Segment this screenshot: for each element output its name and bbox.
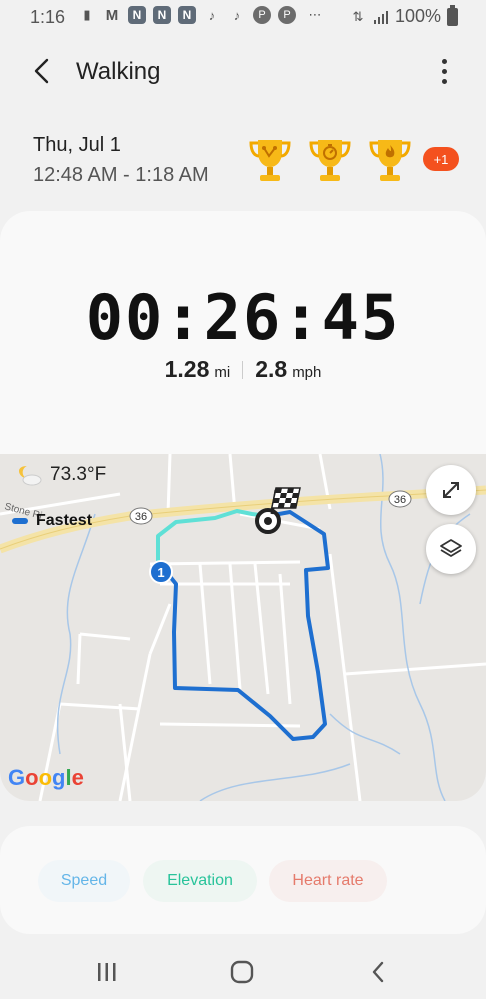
- speed-unit: mph: [292, 364, 322, 381]
- trophy-stopwatch-icon[interactable]: [304, 134, 356, 186]
- expand-map-button[interactable]: [426, 465, 476, 515]
- page-title: Walking: [76, 58, 161, 85]
- message-icon: ▮: [83, 7, 91, 22]
- distance-value: 1.28: [164, 356, 210, 382]
- road-shield-label: 36: [394, 494, 406, 506]
- app-header: Walking: [0, 44, 486, 98]
- battery-percent: 100%: [394, 6, 441, 26]
- battery-icon: [447, 4, 458, 26]
- legend-swatch: [12, 518, 28, 524]
- recents-button[interactable]: [87, 952, 127, 992]
- google-logo: Google: [8, 765, 84, 790]
- gmail-icon: M: [105, 6, 119, 24]
- start-marker[interactable]: 1: [149, 560, 173, 584]
- n-app-icon: N: [178, 6, 196, 24]
- map-canvas[interactable]: 36 36 Stone Ri 1: [0, 454, 486, 801]
- heart-rate-chip[interactable]: Heart rate: [269, 860, 387, 902]
- chart-selector-card: Speed Elevation Heart rate: [0, 826, 486, 934]
- weather-info: 73.3°F: [16, 464, 106, 486]
- tiktok-icon: ♪: [233, 7, 241, 23]
- status-bar: 1:16 ▮ M N N N ♪ ♪ P P ⋯ ⇅ 100%: [0, 0, 486, 34]
- home-button[interactable]: [222, 952, 262, 992]
- road-shield: 36: [129, 507, 153, 525]
- session-date: Thu, Jul 1: [33, 134, 121, 156]
- legend-label: Fastest: [36, 512, 93, 529]
- speed-value: 2.8: [255, 356, 288, 382]
- summary-card: 00:26:45 1.28 mi 2.8 mph 36 36 Stone Ri …: [0, 211, 486, 801]
- awards-row[interactable]: [244, 134, 416, 186]
- pinterest-icon: P: [253, 6, 271, 24]
- expand-icon: [443, 482, 459, 498]
- tiktok-icon: ♪: [208, 7, 216, 23]
- back-button[interactable]: [30, 56, 54, 86]
- route-path: [166, 510, 330, 741]
- more-dot: [441, 58, 447, 64]
- back-icon: [372, 961, 384, 983]
- system-nav-bar: [0, 944, 486, 999]
- moon-cloud-icon: [19, 466, 42, 486]
- trophy-route-icon[interactable]: [244, 134, 296, 186]
- data-transfer-icon: ⇅: [352, 8, 364, 24]
- more-options-button[interactable]: [432, 56, 456, 86]
- elevation-chip[interactable]: Elevation: [143, 860, 257, 902]
- pinterest-icon: P: [278, 6, 296, 24]
- system-back-button[interactable]: [358, 952, 398, 992]
- distance-unit: mi: [214, 364, 231, 381]
- map-layers-button[interactable]: [426, 524, 476, 574]
- notification-icons: ▮ M N N N ♪ ♪ P P ⋯: [78, 6, 327, 24]
- trophy-flame-icon[interactable]: [364, 134, 416, 186]
- extra-awards-badge[interactable]: +1: [423, 147, 459, 171]
- more-dot: [441, 68, 447, 74]
- chevron-left-icon: [34, 58, 49, 84]
- stats-divider: [242, 360, 244, 379]
- more-notifications-icon: ⋯: [308, 7, 322, 22]
- more-dot: [441, 78, 447, 84]
- road-shield: 36: [388, 490, 412, 508]
- recents-icon: [98, 963, 116, 981]
- home-icon: [230, 960, 254, 984]
- speed-chip[interactable]: Speed: [38, 860, 130, 902]
- elapsed-time: 00:26:45: [85, 281, 401, 354]
- summary-stats: 1.28 mi 2.8 mph: [0, 356, 486, 383]
- n-app-icon: N: [128, 6, 146, 24]
- route-legend: Fastest: [12, 512, 92, 530]
- road-shield-label: 36: [135, 511, 147, 523]
- layers-icon: [440, 539, 462, 557]
- start-marker-label: 1: [157, 565, 164, 580]
- status-right: ⇅ 100%: [349, 4, 458, 27]
- signal-icon: [373, 10, 388, 24]
- status-time: 1:16: [30, 7, 66, 27]
- route-map[interactable]: 36 36 Stone Ri 1 73.3°F Fastest Google: [0, 454, 486, 801]
- n-app-icon: N: [153, 6, 171, 24]
- session-time-range: 12:48 AM - 1:18 AM: [33, 164, 209, 186]
- temperature: 73.3°F: [50, 464, 107, 485]
